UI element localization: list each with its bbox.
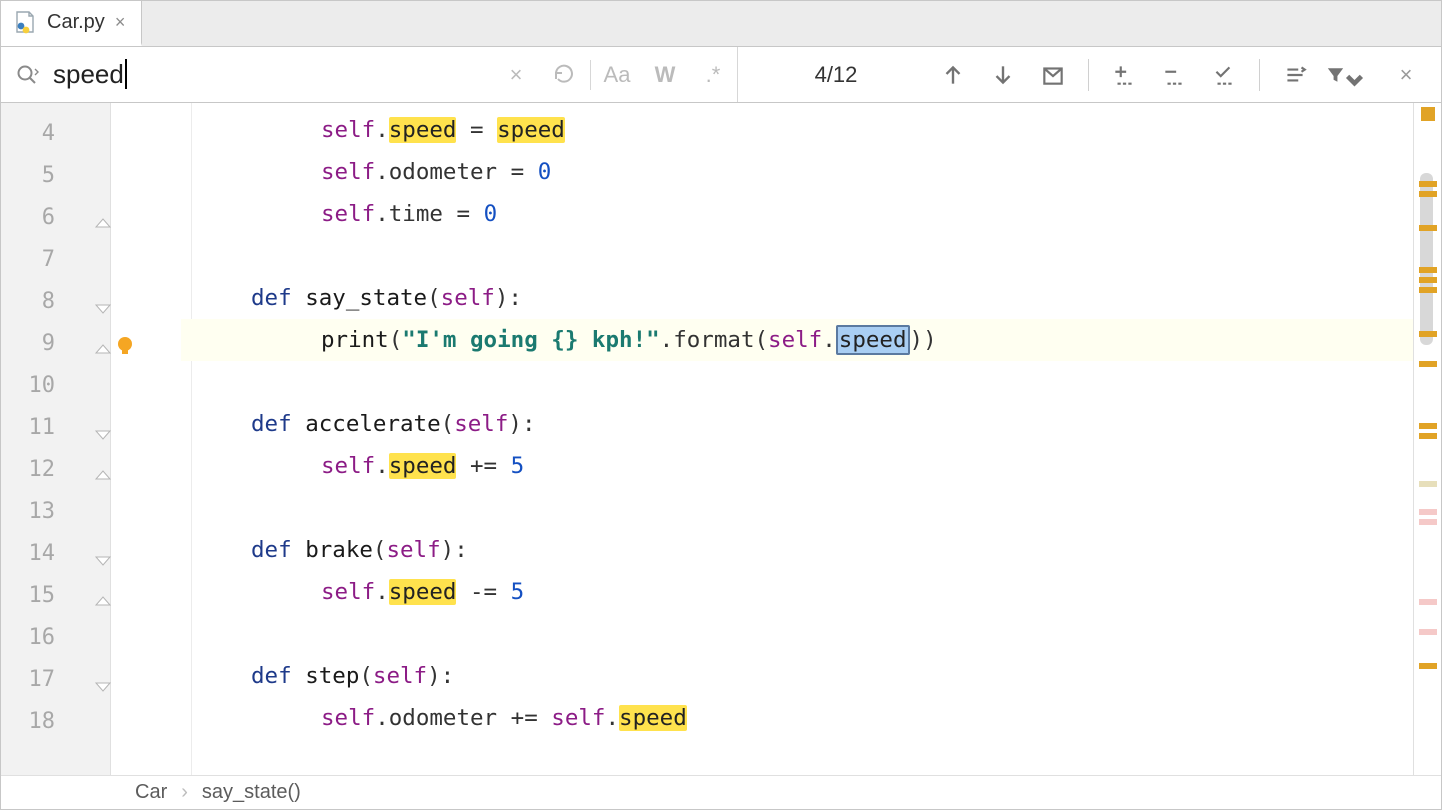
stripe-marker[interactable] <box>1419 663 1437 669</box>
select-all-button[interactable] <box>1032 55 1074 95</box>
stripe-marker[interactable] <box>1419 509 1437 515</box>
code-line[interactable]: self.speed += 5 <box>181 445 1413 487</box>
regex-toggle[interactable]: .* <box>689 62 737 88</box>
match-case-toggle[interactable]: Aa <box>593 62 641 88</box>
code-line[interactable]: self.odometer += self.speed <box>181 697 1413 739</box>
code-line[interactable]: def brake(self): <box>181 529 1413 571</box>
stripe-marker[interactable] <box>1419 225 1437 231</box>
code-area[interactable]: self.speed = speedself.odometer = 0self.… <box>181 103 1413 775</box>
line-number: 6 <box>1 197 61 239</box>
stripe-marker[interactable] <box>1419 287 1437 293</box>
stripe-marker[interactable] <box>1419 629 1437 635</box>
stripe-marker[interactable] <box>1419 277 1437 283</box>
search-match: speed <box>389 579 457 605</box>
stripe-marker[interactable] <box>1419 267 1437 273</box>
fold-strip <box>111 103 136 775</box>
code-editor[interactable]: 456789101112131415161718 self.speed = sp… <box>1 103 1441 775</box>
stripe-marker[interactable] <box>1421 107 1435 121</box>
python-file-icon <box>15 10 37 34</box>
line-number: 15 <box>1 575 61 617</box>
line-number: 10 <box>1 365 61 407</box>
search-match: speed <box>836 325 910 355</box>
scrollbar-thumb[interactable] <box>1420 173 1433 345</box>
code-line[interactable] <box>181 613 1413 655</box>
stripe-marker[interactable] <box>1419 331 1437 337</box>
stripe-marker[interactable] <box>1419 433 1437 439</box>
code-line[interactable] <box>181 487 1413 529</box>
search-match: speed <box>497 117 565 143</box>
add-selection-button[interactable] <box>1103 55 1145 95</box>
stripe-marker[interactable] <box>1419 361 1437 367</box>
line-number: 16 <box>1 617 61 659</box>
line-number: 7 <box>1 239 61 281</box>
code-line[interactable]: def accelerate(self): <box>181 403 1413 445</box>
chevron-right-icon: › <box>181 781 188 804</box>
match-counter: 4/12 <box>796 62 876 88</box>
breadcrumb-method[interactable]: say_state() <box>202 781 301 804</box>
select-occurrences-button[interactable] <box>1203 55 1245 95</box>
code-line[interactable]: print("I'm going {} kph!".format(self.sp… <box>181 319 1413 361</box>
clear-search-button[interactable]: × <box>492 62 540 88</box>
line-number: 17 <box>1 659 61 701</box>
tab-filename: Car.py <box>47 11 105 34</box>
close-icon[interactable]: × <box>115 12 126 33</box>
tab-bar: Car.py × <box>1 1 1441 47</box>
line-number: 11 <box>1 407 61 449</box>
search-match: speed <box>389 117 457 143</box>
line-number: 4 <box>1 113 61 155</box>
intention-bulb-icon[interactable] <box>114 329 136 371</box>
filter-button[interactable] <box>1324 55 1366 95</box>
next-match-button[interactable] <box>982 55 1024 95</box>
breadcrumb[interactable]: Car › say_state() <box>1 775 1441 809</box>
code-line[interactable]: self.time = 0 <box>181 193 1413 235</box>
search-query-text: speed <box>53 59 124 89</box>
code-line[interactable] <box>181 361 1413 403</box>
line-number: 18 <box>1 701 61 743</box>
search-icon[interactable] <box>15 63 39 87</box>
stripe-marker[interactable] <box>1419 599 1437 605</box>
search-input-area: speed × Aa W .* <box>1 47 738 102</box>
marker-strip[interactable] <box>1413 103 1441 775</box>
prev-match-button[interactable] <box>932 55 974 95</box>
editor-tab[interactable]: Car.py × <box>1 1 142 46</box>
search-input[interactable]: speed <box>51 55 480 94</box>
stripe-marker[interactable] <box>1419 191 1437 197</box>
line-number-gutter: 456789101112131415161718 <box>1 103 111 775</box>
search-toolbar: 4/12 × <box>738 47 1441 102</box>
search-match: speed <box>619 705 687 731</box>
line-number: 12 <box>1 449 61 491</box>
remove-selection-button[interactable] <box>1153 55 1195 95</box>
close-search-button[interactable]: × <box>1389 62 1423 88</box>
stripe-marker[interactable] <box>1419 519 1437 525</box>
code-line[interactable]: self.odometer = 0 <box>181 151 1413 193</box>
search-match: speed <box>389 453 457 479</box>
line-number: 14 <box>1 533 61 575</box>
line-number: 8 <box>1 281 61 323</box>
toggle-multiline-button[interactable] <box>1274 55 1316 95</box>
stripe-marker[interactable] <box>1419 181 1437 187</box>
intent-strip <box>136 103 181 775</box>
search-bar: speed × Aa W .* 4/12 × <box>1 47 1441 103</box>
search-history-button[interactable] <box>540 63 588 87</box>
stripe-marker[interactable] <box>1419 423 1437 429</box>
line-number: 13 <box>1 491 61 533</box>
line-number: 5 <box>1 155 61 197</box>
code-line[interactable] <box>181 235 1413 277</box>
whole-words-toggle[interactable]: W <box>641 62 689 88</box>
code-line[interactable]: def say_state(self): <box>181 277 1413 319</box>
code-line[interactable]: self.speed -= 5 <box>181 571 1413 613</box>
stripe-marker[interactable] <box>1419 481 1437 487</box>
code-line[interactable]: self.speed = speed <box>181 109 1413 151</box>
breadcrumb-class[interactable]: Car <box>135 781 167 804</box>
code-line[interactable]: def step(self): <box>181 655 1413 697</box>
line-number: 9 <box>1 323 61 365</box>
